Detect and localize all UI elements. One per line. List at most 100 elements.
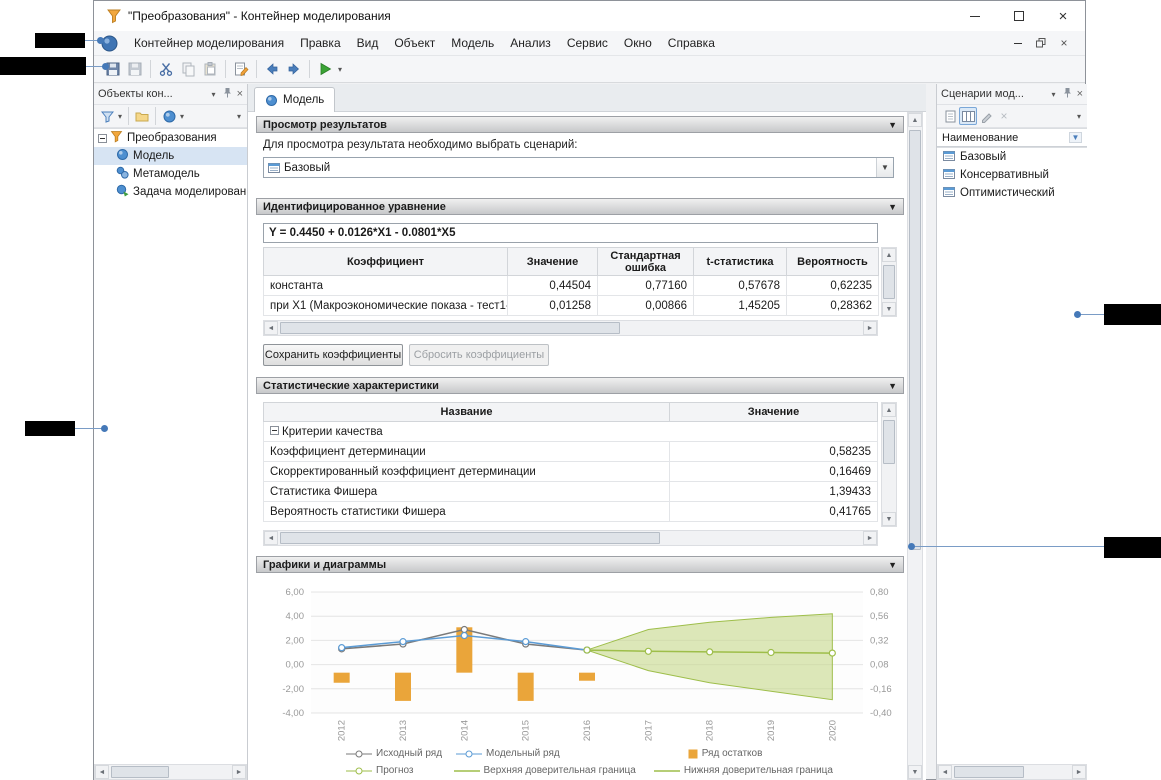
objects-panel-hscrollbar[interactable]: ◄ ► [94,764,247,780]
menu-item-model-container[interactable]: Контейнер моделирования [126,31,292,56]
forward-button[interactable] [283,58,305,80]
menu-item-service[interactable]: Сервис [559,31,616,56]
menu-item-help[interactable]: Справка [660,31,723,56]
toolbar-overflow-caret-icon[interactable]: ▾ [1075,112,1083,121]
scroll-thumb[interactable] [280,322,620,334]
menu-item-window[interactable]: Окно [616,31,660,56]
cut-button[interactable] [155,58,177,80]
mdi-restore-button[interactable] [1031,35,1051,52]
menu-item-object[interactable]: Объект [386,31,443,56]
scroll-thumb[interactable] [111,766,169,778]
scroll-thumb[interactable] [954,766,1024,778]
scroll-thumb[interactable] [909,130,921,550]
run-options-caret-icon[interactable]: ▾ [336,65,344,74]
equation-field[interactable]: Y = 0.4450 + 0.0126*X1 - 0.0801*X5 [263,223,878,243]
new-scenario-button[interactable] [941,107,959,125]
collapse-minus-icon[interactable] [270,426,279,435]
scroll-left-icon[interactable]: ◄ [264,321,278,335]
save-all-button[interactable] [124,58,146,80]
window-maximize-button[interactable] [997,2,1041,31]
scroll-left-icon[interactable]: ◄ [95,765,109,779]
scroll-left-icon[interactable]: ◄ [264,531,278,545]
collapse-minus-icon[interactable] [98,134,107,143]
group-row[interactable]: Критерии качества [264,422,878,442]
section-collapse-icon[interactable]: ▼ [888,381,897,391]
panel-menu-caret-icon[interactable]: ▾ [1050,90,1058,99]
save-coefficients-button[interactable]: Сохранить коэффициенты [263,344,403,366]
mdi-close-button[interactable]: × [1054,35,1074,52]
table-row[interactable]: Скорректированный коэффициент детерминац… [264,462,878,482]
stats-vscrollbar[interactable]: ▲ ▼ [881,402,897,527]
chevron-down-icon[interactable]: ▼ [876,158,893,177]
stats-table[interactable]: Название Значение Критерии качества Коэф… [263,402,878,522]
scenario-item-optimistic[interactable]: Оптимистический [937,184,1087,202]
column-header[interactable]: Значение [508,248,598,276]
filter-caret-icon[interactable]: ▾ [116,112,124,121]
report-edit-button[interactable] [230,58,252,80]
toolbar-overflow-caret-icon[interactable]: ▾ [235,112,243,121]
section-results-header[interactable]: Просмотр результатов ▼ [256,116,904,133]
tree-item-modeling-task[interactable]: Задача моделирован [94,183,247,201]
window-close-button[interactable]: × [1041,2,1085,31]
folder-view-button[interactable] [133,107,151,125]
table-row[interactable]: Вероятность статистики Фишера 0,41765 [264,502,878,522]
coefficients-table[interactable]: Коэффициент Значение Стандартная ошибка … [263,247,879,316]
scroll-down-icon[interactable]: ▼ [908,765,922,779]
table-row[interactable]: константа 0,44504 0,77160 0,57678 0,6223… [264,276,879,296]
scenario-item-basic[interactable]: Базовый [937,148,1087,166]
scroll-thumb[interactable] [280,532,660,544]
panel-close-icon[interactable]: × [237,88,243,100]
object-type-caret-icon[interactable]: ▾ [178,112,186,121]
scroll-right-icon[interactable]: ► [1072,765,1086,779]
scroll-right-icon[interactable]: ► [232,765,246,779]
section-collapse-icon[interactable]: ▼ [888,560,897,570]
run-calculation-button[interactable] [314,58,336,80]
pin-icon[interactable] [1063,87,1072,101]
scroll-up-icon[interactable]: ▲ [882,248,896,262]
scroll-right-icon[interactable]: ► [863,321,877,335]
section-collapse-icon[interactable]: ▼ [888,202,897,212]
window-minimize-button[interactable] [953,2,997,31]
app-menu-sphere-icon[interactable] [101,35,118,52]
scenarios-panel-hscrollbar[interactable]: ◄ ► [937,764,1087,780]
column-header[interactable]: Вероятность [787,248,879,276]
paste-button[interactable] [199,58,221,80]
column-header[interactable]: Значение [670,403,878,422]
mdi-minimize-button[interactable] [1008,35,1028,52]
menu-item-model[interactable]: Модель [443,31,502,56]
column-header[interactable]: Стандартная ошибка [598,248,694,276]
scroll-thumb[interactable] [883,265,895,299]
main-vscrollbar[interactable]: ▲ ▼ [907,112,923,780]
scroll-down-icon[interactable]: ▼ [882,512,896,526]
panel-close-icon[interactable]: × [1077,88,1083,100]
section-stats-header[interactable]: Статистические характеристики ▼ [256,377,904,394]
scenario-item-conservative[interactable]: Консервативный [937,166,1087,184]
panel-menu-caret-icon[interactable]: ▾ [210,90,218,99]
column-header[interactable]: Название [264,403,670,422]
scroll-down-icon[interactable]: ▼ [882,302,896,316]
columns-view-button[interactable] [959,107,977,125]
scroll-right-icon[interactable]: ► [863,531,877,545]
tree-item-metamodel[interactable]: Метамодель [94,165,247,183]
copy-button[interactable] [177,58,199,80]
stats-hscrollbar[interactable]: ◄ ► [263,530,878,546]
pin-icon[interactable] [223,87,232,101]
column-header[interactable]: Коэффициент [264,248,508,276]
tab-model[interactable]: Модель [254,87,335,112]
table-row[interactable]: Статистика Фишера 1,39433 [264,482,878,502]
table-row[interactable]: Коэффициент детерминации 0,58235 [264,442,878,462]
scenarios-column-header[interactable]: Наименование ▼ [937,128,1087,147]
menu-item-view[interactable]: Вид [349,31,387,56]
back-button[interactable] [261,58,283,80]
object-type-button[interactable] [160,107,178,125]
scroll-up-icon[interactable]: ▲ [908,113,922,127]
scroll-left-icon[interactable]: ◄ [938,765,952,779]
coefficients-hscrollbar[interactable]: ◄ ► [263,320,878,336]
menu-item-edit[interactable]: Правка [292,31,349,56]
section-collapse-icon[interactable]: ▼ [888,120,897,130]
menu-item-analysis[interactable]: Анализ [502,31,559,56]
table-row[interactable]: при X1 (Макроэкономические показа - тест… [264,296,879,316]
column-filter-caret-icon[interactable]: ▼ [1069,132,1082,143]
scenario-select[interactable]: Базовый ▼ [263,157,894,178]
column-header[interactable]: t-статистика [694,248,787,276]
